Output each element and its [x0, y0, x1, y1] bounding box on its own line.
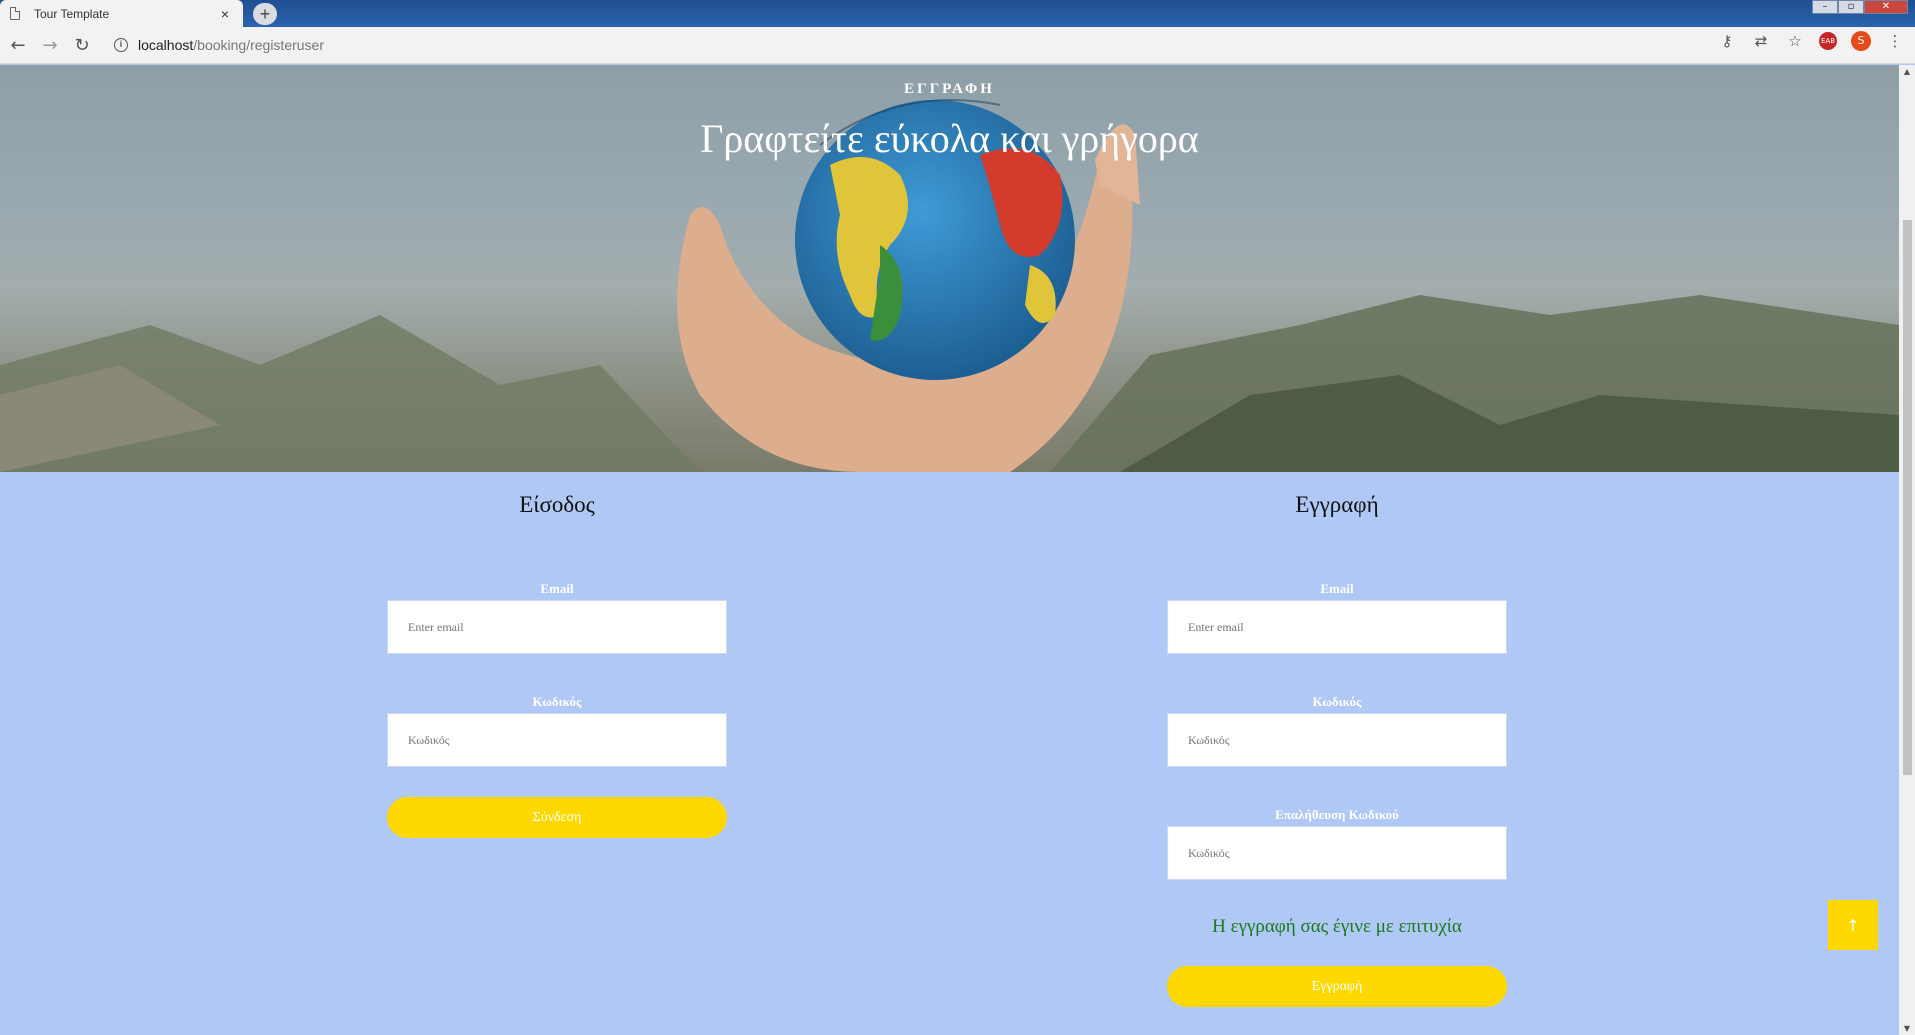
scroll-up-icon[interactable]: ▲ — [1899, 67, 1915, 76]
key-icon[interactable]: ⚷ — [1717, 32, 1737, 50]
window-close-button[interactable]: ✕ — [1864, 0, 1908, 14]
register-confirm-input[interactable] — [1167, 826, 1507, 880]
minimize-button[interactable]: – — [1812, 0, 1838, 14]
register-form: Εγγραφή Email Κωδικός Επαλήθευση Κωδικού… — [1167, 472, 1507, 1007]
reload-button[interactable]: ↻ — [68, 31, 96, 59]
back-button[interactable]: ← — [4, 31, 32, 59]
scrollbar-thumb[interactable] — [1903, 220, 1912, 775]
bookmark-star-icon[interactable]: ☆ — [1785, 32, 1805, 50]
register-email-input[interactable] — [1167, 600, 1507, 654]
browser-tabstrip: Tour Template × + – ▫ ✕ — [0, 0, 1915, 27]
browser-tab[interactable]: Tour Template × — [0, 0, 243, 27]
register-password-input[interactable] — [1167, 713, 1507, 767]
login-heading: Είσοδος — [519, 492, 595, 517]
login-email-label: Email — [540, 581, 574, 596]
page-viewport: ΕΓΓΡΑΦΗ Γραφτείτε εύκολα και γρήγορα Είσ… — [0, 65, 1899, 1035]
translate-icon[interactable]: ⇄ — [1751, 32, 1771, 50]
tab-title: Tour Template — [34, 6, 110, 21]
login-button[interactable]: Σύνδεση — [387, 797, 727, 838]
register-confirm-label: Επαλήθευση Κωδικού — [1275, 807, 1399, 822]
profile-avatar[interactable]: S — [1851, 31, 1871, 51]
url-host: localhost — [138, 37, 194, 53]
login-email-input[interactable] — [387, 600, 727, 654]
login-form: Είσοδος Email Κωδικός Σύνδεση — [387, 472, 727, 838]
page-icon — [10, 7, 20, 20]
register-password-label: Κωδικός — [1312, 694, 1362, 709]
scroll-down-icon[interactable]: ▼ — [1899, 1024, 1915, 1033]
menu-icon[interactable]: ⋮ — [1885, 32, 1905, 50]
register-email-label: Email — [1320, 581, 1354, 596]
toolbar-actions: ⚷ ⇄ ☆ EAB S ⋮ — [1717, 31, 1905, 51]
success-message: Η εγγραφή σας έγινε με επιτυχία — [1212, 916, 1462, 937]
info-icon[interactable]: i — [114, 38, 128, 52]
hero-title: Γραφτείτε εύκολα και γρήγορα — [700, 116, 1199, 161]
window-controls: – ▫ ✕ — [1812, 0, 1908, 14]
address-bar[interactable]: i localhost/booking/registeruser — [106, 31, 1776, 59]
back-to-top-button[interactable]: ↑ — [1828, 900, 1878, 950]
login-password-input[interactable] — [387, 713, 727, 767]
forward-button[interactable]: → — [36, 31, 64, 59]
maximize-button[interactable]: ▫ — [1838, 0, 1864, 14]
page-scrollbar[interactable]: ▲ ▼ — [1899, 65, 1915, 1035]
url-path: /booking/registeruser — [193, 37, 325, 53]
hero-banner: ΕΓΓΡΑΦΗ Γραφτείτε εύκολα και γρήγορα — [0, 65, 1899, 472]
tab-close-icon[interactable]: × — [217, 6, 233, 22]
extension-icon[interactable]: EAB — [1819, 32, 1837, 50]
register-heading: Εγγραφή — [1295, 492, 1379, 517]
register-button[interactable]: Εγγραφή — [1167, 966, 1507, 1007]
new-tab-button[interactable]: + — [253, 3, 277, 25]
login-password-label: Κωδικός — [532, 694, 582, 709]
hero-subtitle: ΕΓΓΡΑΦΗ — [904, 81, 995, 97]
browser-toolbar: ← → ↻ i localhost/booking/registeruser ⚷… — [0, 27, 1915, 64]
